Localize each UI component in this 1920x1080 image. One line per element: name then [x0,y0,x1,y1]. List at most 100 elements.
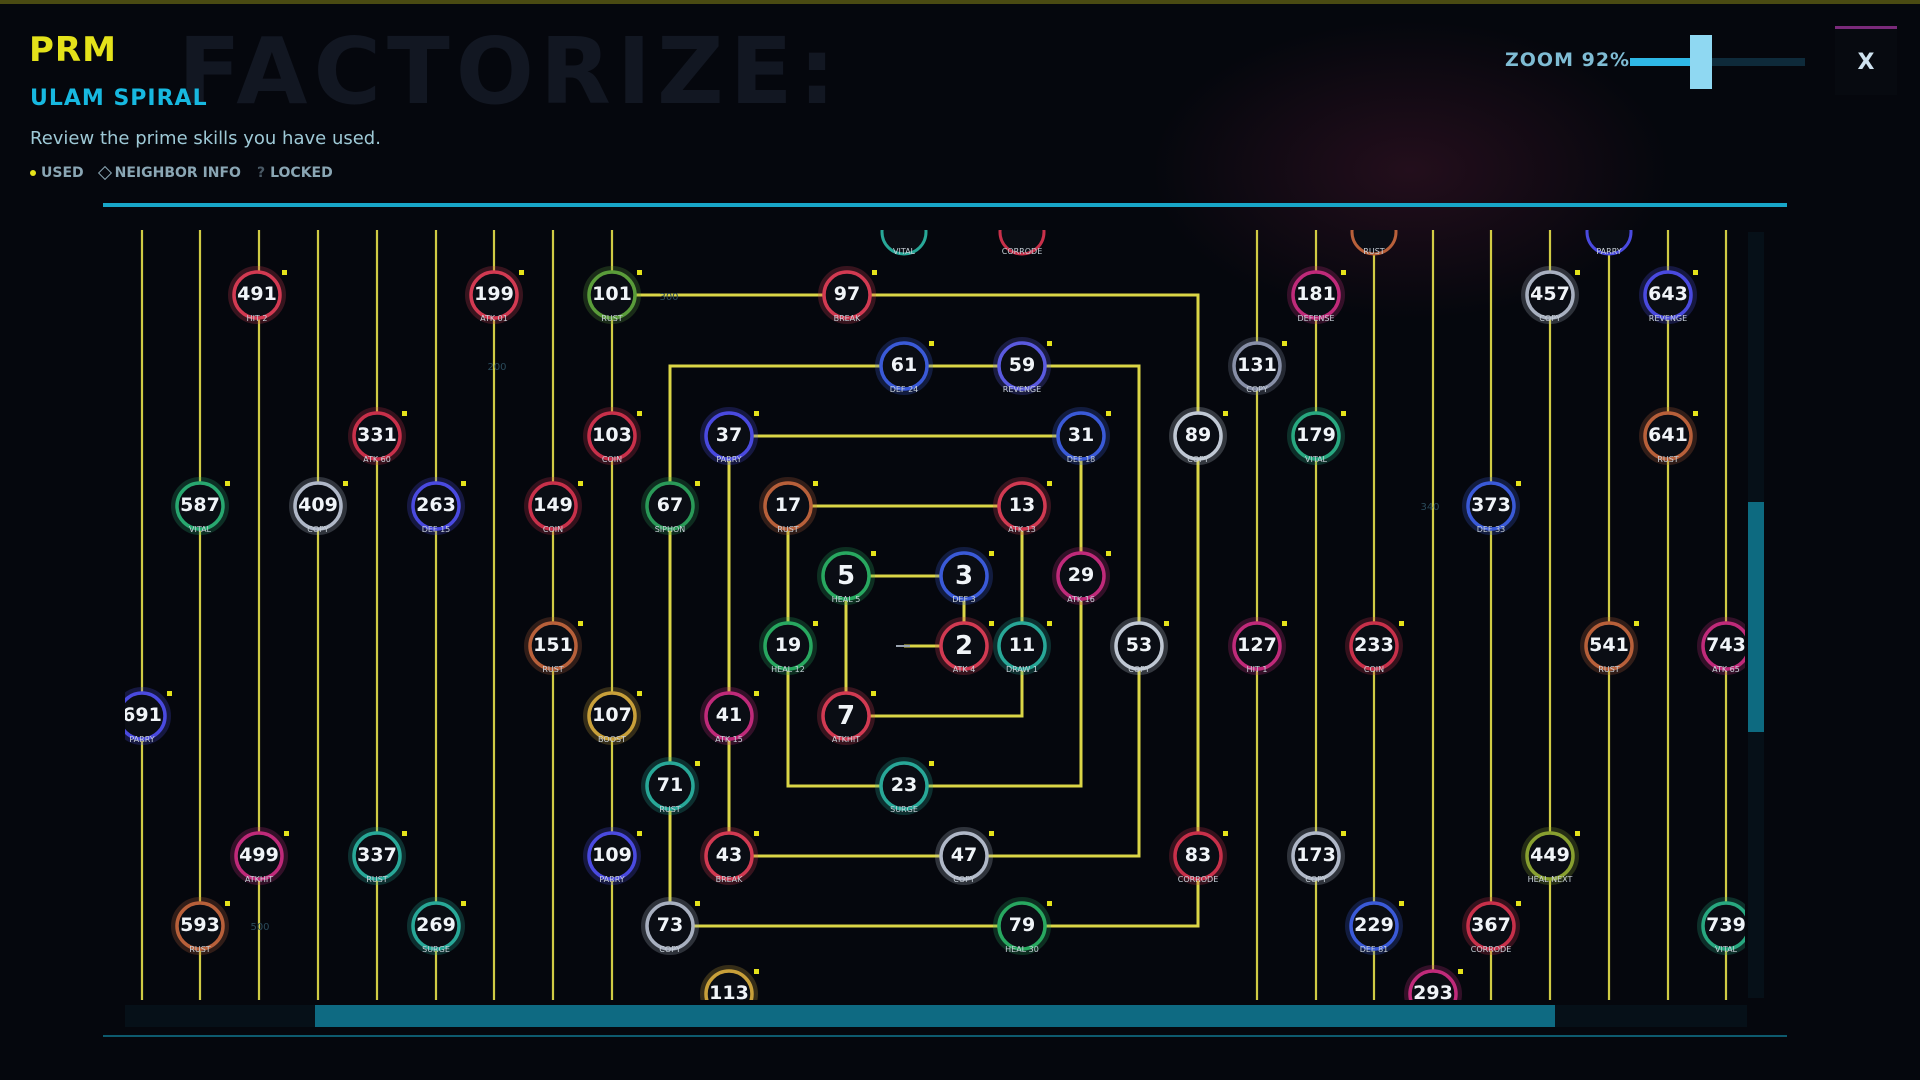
svg-text:499: 499 [239,844,279,866]
svg-text:409: 409 [298,494,338,516]
spiral-node-587[interactable]: 587 VITAL [171,477,230,535]
svg-text:CORRODE: CORRODE [1178,875,1219,884]
svg-text:PARRY: PARRY [1596,247,1621,256]
vertical-scrollbar[interactable] [1748,232,1764,998]
spiral-node-3[interactable]: 3 DEF 3 [935,547,994,605]
spiral-node-499[interactable]: 499 ATKHIT [230,827,289,885]
spiral-node-107[interactable]: 107 BOOST [583,687,642,745]
spiral-node-43[interactable]: 43 BREAK [700,827,759,885]
spiral-node-739[interactable]: 739 VITAL [1697,897,1745,955]
svg-text:CORRODE: CORRODE [1471,945,1512,954]
svg-text:HEAL NEXT: HEAL NEXT [1528,875,1573,884]
spiral-node-61[interactable]: 61 DEF 24 [875,337,934,395]
spiral-node-691[interactable]: 691 PARRY [125,687,172,745]
spiral-node-131[interactable]: 131 COPY [1228,337,1287,395]
svg-text:HIT 1: HIT 1 [1247,665,1268,674]
spiral-node-179[interactable]: 179 VITAL [1287,407,1346,465]
svg-text:47: 47 [951,844,977,866]
svg-text:13: 13 [1009,494,1035,516]
zoom-slider-track[interactable] [1630,58,1805,66]
svg-text:PARRY: PARRY [129,735,154,744]
spiral-node-743[interactable]: 743 ATK 65 [1697,617,1745,675]
spiral-node-37[interactable]: 37 PARRY [700,407,759,465]
spiral-node-73[interactable]: 73 COPY [641,897,700,955]
spiral-node-457[interactable]: 457 COPY [1521,266,1580,324]
horizontal-scrollbar[interactable] [125,1005,1747,1027]
close-button[interactable]: X [1835,26,1897,95]
spiral-node-97[interactable]: 97 BREAK [818,266,877,324]
svg-text:173: 173 [1296,844,1336,866]
spiral-node-17[interactable]: 17 RUST [759,477,818,535]
spiral-node-127[interactable]: 127 HIT 1 [1228,617,1287,675]
spiral-node-541[interactable]: 541 RUST [1580,617,1639,675]
svg-text:DEFENSE: DEFENSE [1298,314,1335,323]
spiral-node-47[interactable]: 47 COPY [935,827,994,885]
spiral-node-101[interactable]: 101 RUST [583,266,642,324]
spiral-node-5[interactable]: 5 HEAL 5 [817,547,876,605]
spiral-node-29[interactable]: 29 ATK 16 [1052,547,1111,605]
spiral-node-31[interactable]: 31 DEF 18 [1052,407,1111,465]
spiral-node-199[interactable]: 199 ATK 01 [465,266,524,324]
spiral-node-149[interactable]: 149 COIN [524,477,583,535]
spiral-node-367[interactable]: 367 CORRODE [1462,897,1521,955]
spiral-node-59[interactable]: 59 REVENGE [993,337,1052,395]
spiral-node-233[interactable]: 233 COIN [1345,617,1404,675]
spiral-node-293[interactable]: 293 [1404,965,1463,1000]
spiral-node-11[interactable]: 11 DRAW 1 [993,617,1052,675]
svg-text:337: 337 [357,844,397,866]
svg-text:127: 127 [1237,634,1277,656]
spiral-node-449[interactable]: 449 HEAL NEXT [1521,827,1580,885]
spiral-node-641[interactable]: 641 RUST [1639,407,1698,465]
svg-text:149: 149 [533,494,573,516]
spiral-node-7[interactable]: 7 ATKHIT [817,687,876,745]
legend: USED NEIGHBOR INFO ? LOCKED [30,165,333,181]
used-dot-icon [30,170,36,176]
svg-text:VITAL: VITAL [1715,945,1738,954]
spiral-node-19[interactable]: 19 HEAL 12 [759,617,818,675]
spiral-node-173[interactable]: 173 COPY [1287,827,1346,885]
horizontal-scrollbar-thumb[interactable] [315,1005,1555,1027]
spiral-node-337[interactable]: 337 RUST [348,827,407,885]
faint-mark: 300 [659,292,678,303]
svg-text:199: 199 [474,283,514,305]
spiral-node-103[interactable]: 103 COIN [583,407,642,465]
spiral-node-13[interactable]: 13 ATK 13 [993,477,1052,535]
spiral-node-41[interactable]: 41 ATK 15 [700,687,759,745]
svg-text:53: 53 [1126,634,1152,656]
spiral-node-181[interactable]: 181 DEFENSE [1287,266,1346,324]
vertical-scrollbar-thumb[interactable] [1748,502,1764,732]
zoom-slider-thumb[interactable] [1690,35,1712,89]
spiral-node-409[interactable]: 409 COPY [289,477,348,535]
svg-text:COPY: COPY [1128,665,1150,674]
spiral-node-593[interactable]: 593 RUST [171,897,230,955]
svg-text:743: 743 [1706,634,1745,656]
spiral-node-53[interactable]: 53 COPY [1110,617,1169,675]
spiral-node-151[interactable]: 151 RUST [524,617,583,675]
spiral-node-113[interactable]: 113 [700,965,759,1000]
spiral-node-109[interactable]: 109 PARRY [583,827,642,885]
spiral-node-229[interactable]: 229 DEF 81 [1345,897,1404,955]
svg-text:449: 449 [1530,844,1570,866]
legend-locked-label: LOCKED [270,165,333,181]
spiral-node-2[interactable]: 2 ATK 4 [935,617,994,675]
svg-text:ATK 16: ATK 16 [1067,595,1095,604]
svg-text:179: 179 [1296,424,1336,446]
spiral-node-67[interactable]: 67 SIPHON [641,477,700,535]
spiral-node-331[interactable]: 331 ATK 60 [348,407,407,465]
ulam-spiral-map[interactable]: 200 300 340 500 VITAL CORRODE RUST PARRY 491 HIT … [125,230,1745,1000]
spiral-node-269[interactable]: 269 SURGE [407,897,466,955]
svg-text:37: 37 [716,424,742,446]
spiral-node-643[interactable]: 643 REVENGE [1639,266,1698,324]
spiral-node-71[interactable]: 71 RUST [641,757,700,815]
svg-text:COIN: COIN [602,455,622,464]
svg-text:HIT 2: HIT 2 [247,314,268,323]
spiral-node-23[interactable]: 23 SURGE [875,757,934,815]
spiral-node-83[interactable]: 83 CORRODE [1169,827,1228,885]
spiral-node-89[interactable]: 89 COPY [1169,407,1228,465]
spiral-node-373[interactable]: 373 DEF 33 [1462,477,1521,535]
spiral-node-491[interactable]: 491 HIT 2 [228,266,287,324]
spiral-node-79[interactable]: 79 HEAL 30 [993,897,1052,955]
svg-text:41: 41 [716,704,742,726]
spiral-node-263[interactable]: 263 DEF 15 [407,477,466,535]
spiral-node-partial: PARRY [1585,230,1633,256]
